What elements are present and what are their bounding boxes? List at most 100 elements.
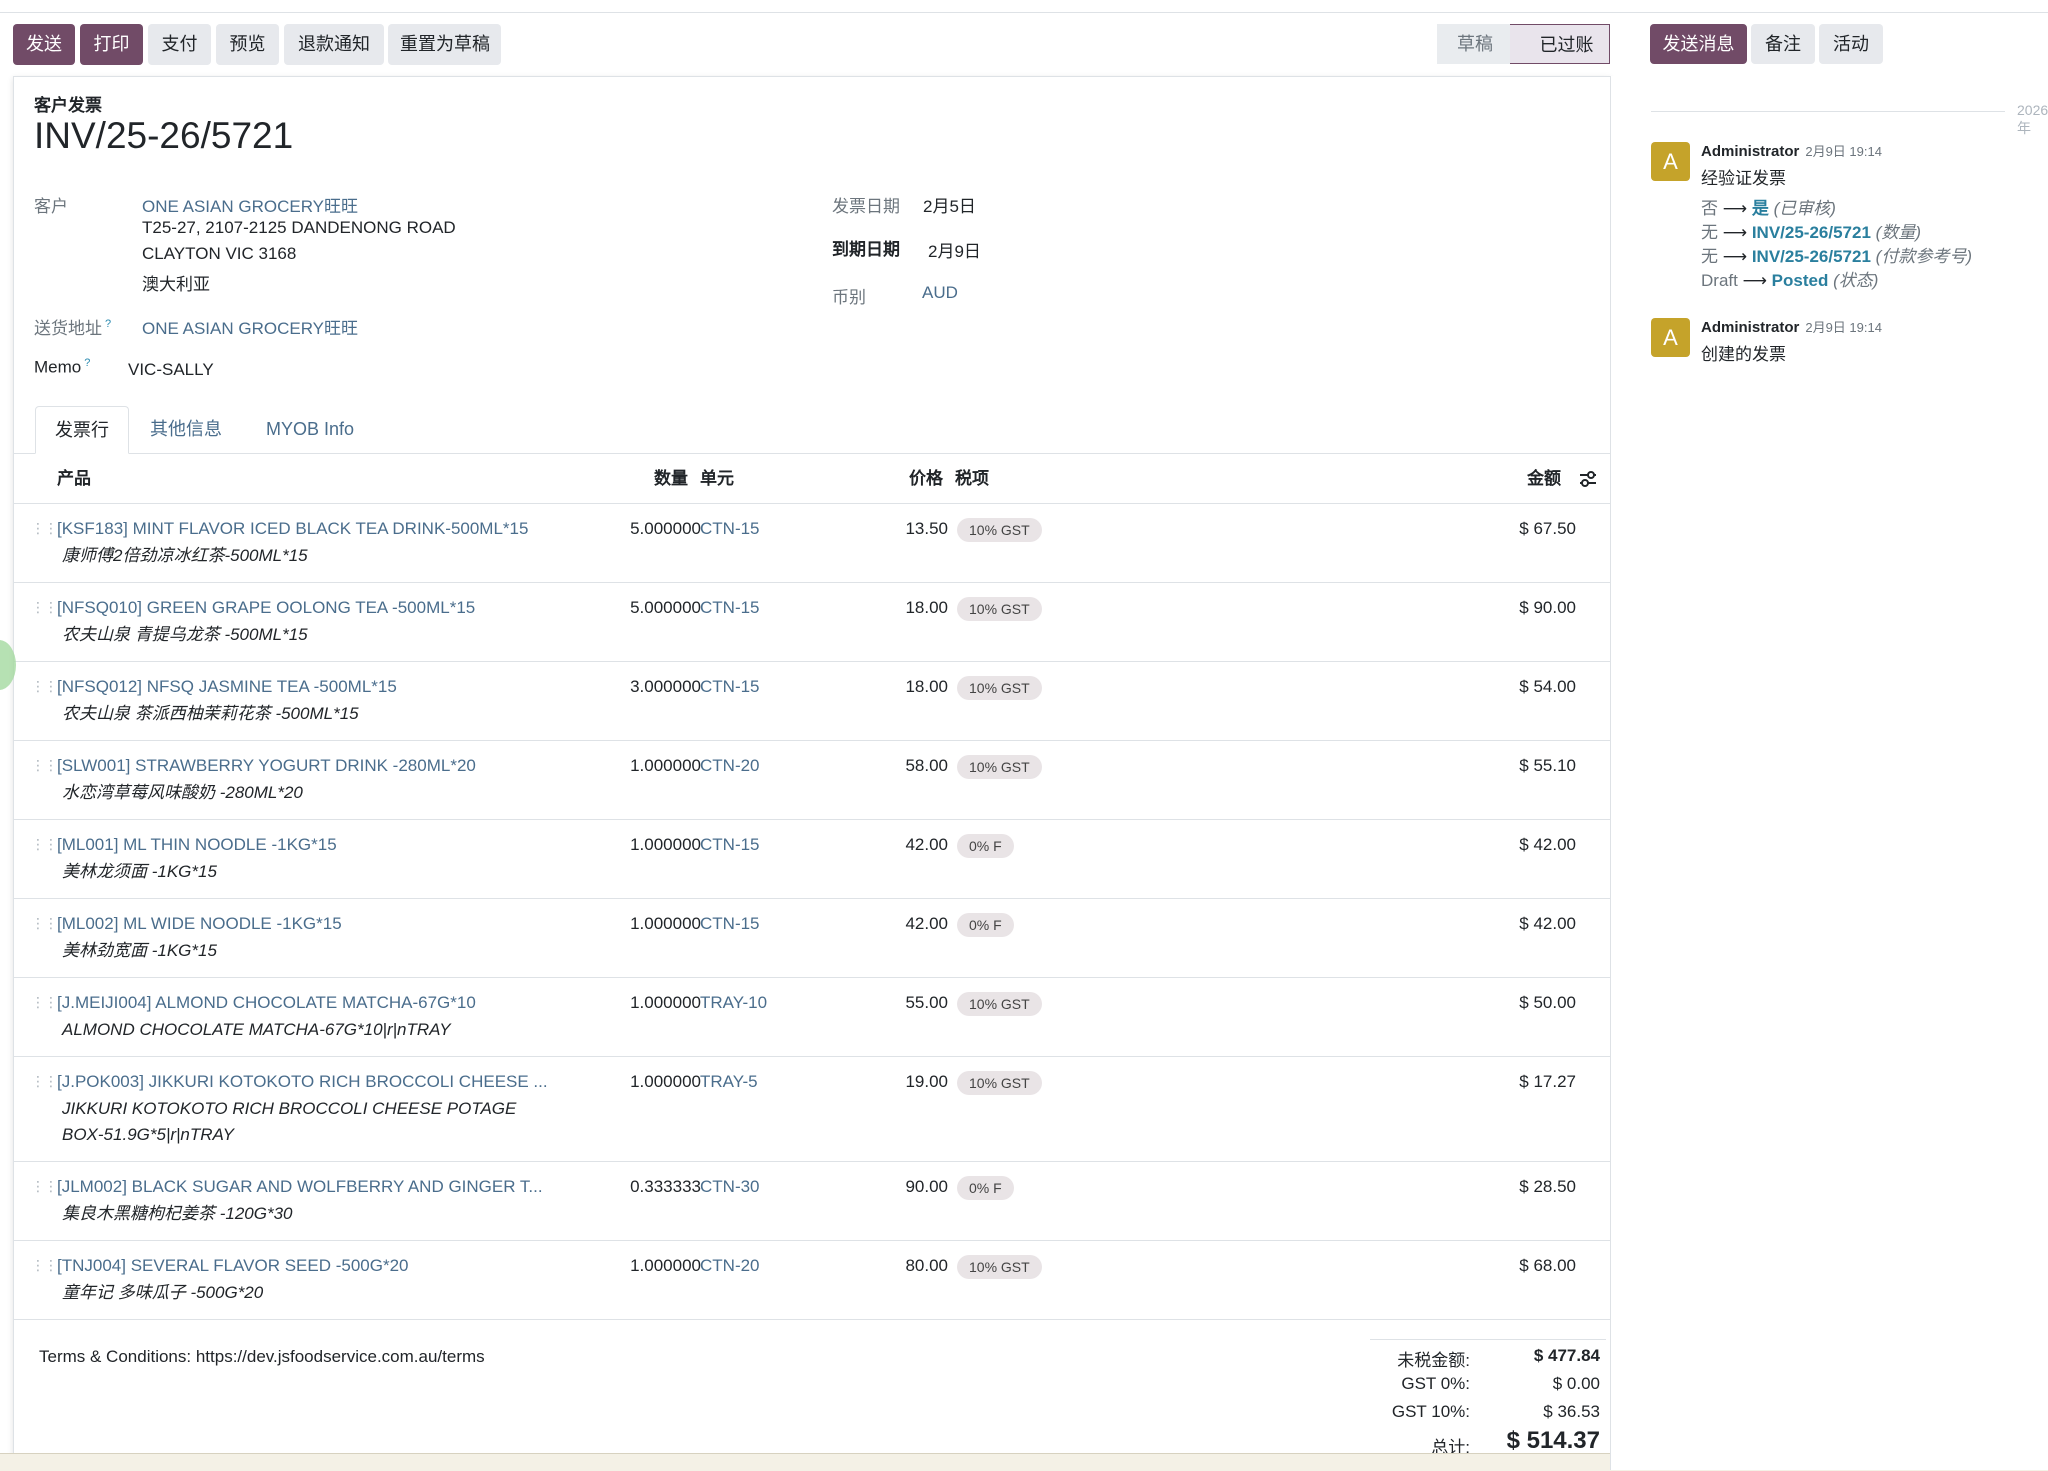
send-message-button[interactable]: 发送消息 <box>1650 24 1747 64</box>
tax-badge[interactable]: 10% GST <box>957 1255 1042 1279</box>
unit-price[interactable]: 58.00 <box>848 754 948 778</box>
tax-badge[interactable]: 10% GST <box>957 676 1042 700</box>
unit-price[interactable]: 19.00 <box>848 1070 948 1094</box>
product-name[interactable]: [J.POK003] JIKKURI KOTOKOTO RICH BROCCOL… <box>57 1070 548 1094</box>
drag-handle-icon[interactable]: ⋮⋮ <box>31 600 58 619</box>
table-row[interactable]: ⋮⋮ [JLM002] BLACK SUGAR AND WOLFBERRY AND… <box>14 1162 1610 1241</box>
product-name[interactable]: [NFSQ012] NFSQ JASMINE TEA -500ML*15 <box>57 675 397 699</box>
unit[interactable]: CTN-20 <box>700 754 760 778</box>
quantity[interactable]: 1.000000 <box>581 1070 701 1094</box>
preview-button[interactable]: 预览 <box>216 24 279 65</box>
reset-to-draft-button[interactable]: 重置为草稿 <box>388 24 501 65</box>
col-taxes[interactable]: 税项 <box>955 454 989 503</box>
unit-price[interactable]: 80.00 <box>848 1254 948 1278</box>
tax-badge[interactable]: 0% F <box>957 834 1014 858</box>
due-date-field[interactable]: 2月9日 <box>928 237 981 262</box>
avatar[interactable]: A <box>1651 142 1690 181</box>
unit[interactable]: TRAY-10 <box>700 991 767 1015</box>
table-row[interactable]: ⋮⋮ [NFSQ010] GREEN GRAPE OOLONG TEA -500M… <box>14 583 1610 662</box>
unit-price[interactable]: 18.00 <box>848 675 948 699</box>
unit-price[interactable]: 42.00 <box>848 833 948 857</box>
activity-button[interactable]: 活动 <box>1819 24 1883 64</box>
quantity[interactable]: 1.000000 <box>581 1254 701 1278</box>
unit[interactable]: TRAY-5 <box>700 1070 758 1094</box>
quantity[interactable]: 1.000000 <box>581 833 701 857</box>
product-name[interactable]: [ML002] ML WIDE NOODLE -1KG*15 <box>57 912 342 936</box>
unit[interactable]: CTN-15 <box>700 912 760 936</box>
quantity[interactable]: 5.000000 <box>581 596 701 620</box>
product-name[interactable]: [SLW001] STRAWBERRY YOGURT DRINK -280ML*… <box>57 754 476 778</box>
unit[interactable]: CTN-15 <box>700 675 760 699</box>
tax-badge[interactable]: 10% GST <box>957 597 1042 621</box>
drag-handle-icon[interactable]: ⋮⋮ <box>31 1179 58 1198</box>
unit[interactable]: CTN-15 <box>700 596 760 620</box>
status-draft[interactable]: 草稿 <box>1437 24 1510 64</box>
status-posted[interactable]: 已过账 <box>1510 24 1610 64</box>
quantity[interactable]: 0.333333 <box>581 1175 701 1199</box>
product-name[interactable]: [KSF183] MINT FLAVOR ICED BLACK TEA DRIN… <box>57 517 528 541</box>
drag-handle-icon[interactable]: ⋮⋮ <box>31 758 58 777</box>
table-row[interactable]: ⋮⋮ [J.MEIJI004] ALMOND CHOCOLATE MATCHA-6… <box>14 978 1610 1057</box>
tab-myob-info[interactable]: MYOB Info <box>250 406 370 453</box>
tab-other-info[interactable]: 其他信息 <box>136 406 236 453</box>
table-row[interactable]: ⋮⋮ [KSF183] MINT FLAVOR ICED BLACK TEA DR… <box>14 504 1610 583</box>
tax-badge[interactable]: 0% F <box>957 1176 1014 1200</box>
unit[interactable]: CTN-15 <box>700 517 760 541</box>
tax-badge[interactable]: 10% GST <box>957 518 1042 542</box>
memo-field[interactable]: VIC-SALLY <box>128 360 214 380</box>
table-row[interactable]: ⋮⋮ [NFSQ012] NFSQ JASMINE TEA -500ML*15 农夫… <box>14 662 1610 741</box>
drag-handle-icon[interactable]: ⋮⋮ <box>31 679 58 698</box>
help-icon[interactable]: ? <box>105 318 111 330</box>
col-product[interactable]: 产品 <box>57 454 91 503</box>
quantity[interactable]: 3.000000 <box>581 675 701 699</box>
invoice-date-field[interactable]: 2月5日 <box>923 192 976 217</box>
product-name[interactable]: [TNJ004] SEVERAL FLAVOR SEED -500G*20 <box>57 1254 408 1278</box>
tax-badge[interactable]: 10% GST <box>957 1071 1042 1095</box>
currency-field[interactable]: AUD <box>922 283 958 303</box>
product-name[interactable]: [ML001] ML THIN NOODLE -1KG*15 <box>57 833 337 857</box>
col-quantity[interactable]: 数量 <box>654 454 688 503</box>
send-button[interactable]: 发送 <box>13 24 75 65</box>
col-price[interactable]: 价格 <box>909 454 943 503</box>
quantity[interactable]: 1.000000 <box>581 991 701 1015</box>
delivery-address-link[interactable]: ONE ASIAN GROCERY旺旺 <box>142 314 358 339</box>
drag-handle-icon[interactable]: ⋮⋮ <box>31 521 58 540</box>
log-note-button[interactable]: 备注 <box>1751 24 1815 64</box>
unit-price[interactable]: 18.00 <box>848 596 948 620</box>
product-name[interactable]: [JLM002] BLACK SUGAR AND WOLFBERRY AND G… <box>57 1175 543 1199</box>
table-row[interactable]: ⋮⋮ [TNJ004] SEVERAL FLAVOR SEED -500G*20 童… <box>14 1241 1610 1320</box>
pay-button[interactable]: 支付 <box>148 24 211 65</box>
product-name[interactable]: [NFSQ010] GREEN GRAPE OOLONG TEA -500ML*… <box>57 596 475 620</box>
avatar[interactable]: A <box>1651 318 1690 357</box>
unit-price[interactable]: 90.00 <box>848 1175 948 1199</box>
unit-price[interactable]: 13.50 <box>848 517 948 541</box>
print-button[interactable]: 打印 <box>80 24 143 65</box>
quantity[interactable]: 5.000000 <box>581 517 701 541</box>
tab-invoice-lines[interactable]: 发票行 <box>35 406 129 454</box>
unit[interactable]: CTN-30 <box>700 1175 760 1199</box>
drag-handle-icon[interactable]: ⋮⋮ <box>31 995 58 1014</box>
drag-handle-icon[interactable]: ⋮⋮ <box>31 916 58 935</box>
table-row[interactable]: ⋮⋮ [SLW001] STRAWBERRY YOGURT DRINK -280M… <box>14 741 1610 820</box>
unit-price[interactable]: 55.00 <box>848 991 948 1015</box>
unit-price[interactable]: 42.00 <box>848 912 948 936</box>
col-amount[interactable]: 金额 <box>1527 454 1561 503</box>
table-row[interactable]: ⋮⋮ [ML001] ML THIN NOODLE -1KG*15 美林龙须面 -1… <box>14 820 1610 899</box>
drag-handle-icon[interactable]: ⋮⋮ <box>31 1074 58 1093</box>
tax-badge[interactable]: 10% GST <box>957 755 1042 779</box>
unit[interactable]: CTN-20 <box>700 1254 760 1278</box>
table-row[interactable]: ⋮⋮ [J.POK003] JIKKURI KOTOKOTO RICH BROCC… <box>14 1057 1610 1162</box>
customer-link[interactable]: ONE ASIAN GROCERY旺旺 <box>142 192 358 217</box>
credit-note-button[interactable]: 退款通知 <box>284 24 384 65</box>
optional-columns-icon[interactable] <box>1578 470 1598 488</box>
tax-badge[interactable]: 0% F <box>957 913 1014 937</box>
table-row[interactable]: ⋮⋮ [ML002] ML WIDE NOODLE -1KG*15 美林劲宽面 -1… <box>14 899 1610 978</box>
drag-handle-icon[interactable]: ⋮⋮ <box>31 1258 58 1277</box>
tax-badge[interactable]: 10% GST <box>957 992 1042 1016</box>
product-name[interactable]: [J.MEIJI004] ALMOND CHOCOLATE MATCHA-67G… <box>57 991 476 1015</box>
quantity[interactable]: 1.000000 <box>581 754 701 778</box>
unit[interactable]: CTN-15 <box>700 833 760 857</box>
col-unit[interactable]: 单元 <box>700 454 734 503</box>
drag-handle-icon[interactable]: ⋮⋮ <box>31 837 58 856</box>
quantity[interactable]: 1.000000 <box>581 912 701 936</box>
